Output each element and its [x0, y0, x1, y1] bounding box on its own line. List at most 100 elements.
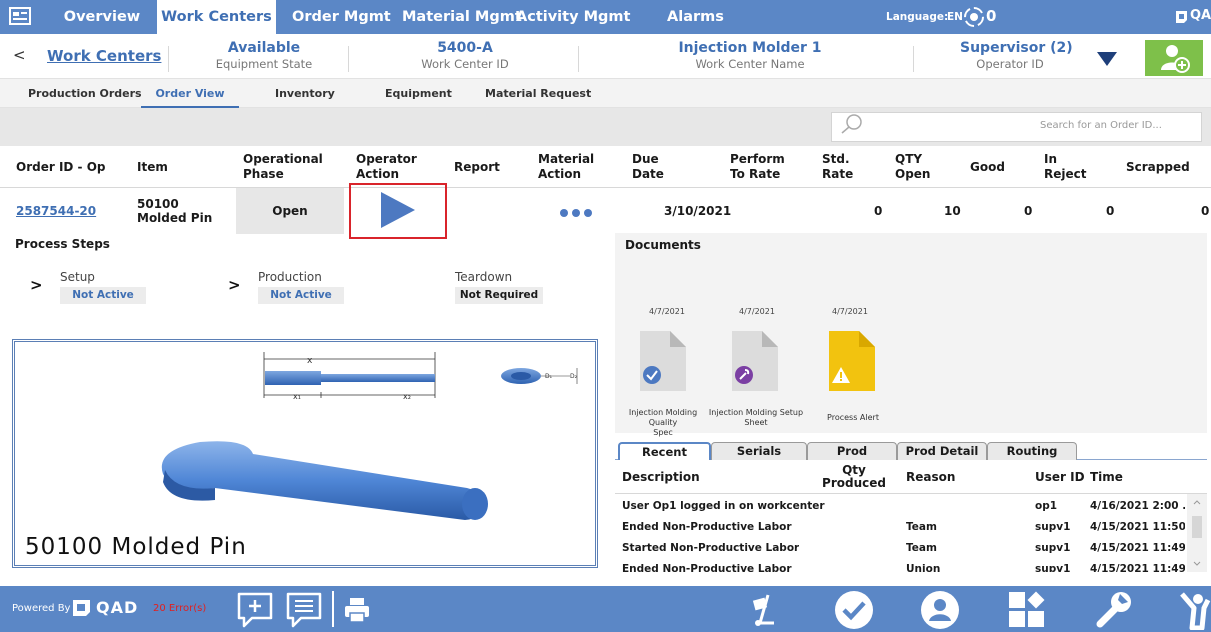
qad-logo-icon: [1176, 11, 1187, 23]
dim-x2-label: x₂: [403, 392, 411, 401]
work-center-name: Injection Molder 1 Work Center Name: [678, 40, 822, 71]
table-row: 2587544-20 50100 Molded Pin 3/10/2021 0 …: [0, 188, 1211, 234]
powered-by-label: Powered By: [12, 603, 71, 614]
col-scrapped[interactable]: Scrapped: [1126, 146, 1190, 188]
step-setup-status: Not Active: [60, 287, 146, 304]
col-user-id[interactable]: User ID: [1035, 460, 1085, 494]
doc-2-date: 4/7/2021: [739, 307, 775, 316]
qty-open-value: 10: [944, 204, 961, 218]
col-due-date[interactable]: Due Date: [632, 146, 672, 188]
dashboard-tiles-icon[interactable]: [1007, 590, 1047, 630]
step-setup-name: Setup: [60, 270, 95, 284]
search-strip: [0, 108, 1211, 146]
part-title-label: 50100 Molded Pin: [25, 534, 247, 560]
tab-activity-mgmt[interactable]: Activity Mgmt: [516, 0, 630, 34]
doc-2-caption[interactable]: Injection Molding Setup Sheet: [708, 408, 804, 428]
doc-3-caption[interactable]: Process Alert: [820, 413, 886, 423]
step-production-name: Production: [258, 270, 322, 284]
col-reason[interactable]: Reason: [906, 460, 955, 494]
tab-order-mgmt[interactable]: Order Mgmt: [292, 0, 391, 34]
step-production-status: Not Active: [258, 287, 344, 304]
order-subtabs: Production Orders Order View Inventory E…: [0, 78, 1211, 108]
complete-check-icon[interactable]: [834, 590, 874, 630]
tab-routing[interactable]: Routing: [987, 442, 1077, 460]
view-comments-icon[interactable]: [285, 591, 323, 629]
tab-prod-summary[interactable]: Prod Summary: [807, 442, 897, 474]
process-alert-file-icon[interactable]: [829, 331, 875, 391]
operator-id: Supervisor (2) Operator ID: [960, 40, 1073, 71]
add-comment-icon[interactable]: [236, 591, 274, 629]
col-material-action[interactable]: Material Action: [538, 146, 598, 188]
production-expand-icon[interactable]: >: [228, 276, 241, 294]
workcenter-menu-icon[interactable]: [9, 7, 31, 27]
error-count-link[interactable]: 20 Error(s): [153, 603, 206, 614]
good-value: 0: [1024, 204, 1033, 218]
list-item[interactable]: Ended Non-Productive Labor Team supv1 4/…: [615, 517, 1187, 538]
due-date-value: 3/10/2021: [664, 204, 732, 218]
tab-serials[interactable]: Serials: [711, 442, 807, 460]
start-operation-play-icon[interactable]: [381, 192, 415, 228]
order-id-link[interactable]: 2587544-20: [16, 188, 96, 234]
work-center-id: 5400-A Work Center ID: [421, 40, 509, 71]
toolbar-divider: [332, 591, 334, 627]
document-file-icon[interactable]: [732, 331, 778, 391]
operator-attention-icon[interactable]: [1180, 590, 1211, 630]
subtab-production-orders[interactable]: Production Orders: [28, 79, 142, 108]
qad-logo-icon: [73, 600, 90, 616]
maintenance-wrench-icon[interactable]: [1094, 590, 1134, 630]
col-good[interactable]: Good: [970, 146, 1005, 188]
col-report[interactable]: Report: [454, 146, 500, 188]
tab-material-mgmt[interactable]: Material Mgmt: [402, 0, 522, 34]
col-std-rate[interactable]: Std. Rate: [822, 146, 862, 188]
col-operator-action[interactable]: Operator Action: [356, 146, 426, 188]
col-qty-open[interactable]: QTY Open: [895, 146, 935, 188]
material-handling-icon[interactable]: [746, 593, 778, 627]
search-placeholder: Search for an Order ID...: [1040, 120, 1162, 131]
operator-profile-icon[interactable]: [920, 590, 960, 630]
tab-overview[interactable]: Overview: [47, 0, 157, 34]
documents-title: Documents: [625, 238, 701, 252]
add-operator-button[interactable]: [1145, 40, 1203, 76]
subtab-material-request[interactable]: Material Request: [485, 79, 591, 108]
item-cell: 50100 Molded Pin: [137, 188, 212, 234]
back-button[interactable]: <: [13, 46, 26, 64]
alarm-count: 0: [986, 7, 997, 25]
col-item[interactable]: Item: [137, 146, 168, 188]
col-qty-produced[interactable]: Qty Produced: [822, 460, 886, 494]
tab-work-centers[interactable]: Work Centers: [157, 0, 276, 34]
footer-brand-text: QAD: [96, 598, 139, 617]
col-time[interactable]: Time: [1090, 460, 1123, 494]
col-order-id[interactable]: Order ID - Op: [16, 146, 106, 188]
subtab-equipment[interactable]: Equipment: [385, 79, 452, 108]
tab-recent-activity[interactable]: Recent Activity: [618, 442, 711, 475]
dim-x-label: x: [307, 356, 313, 366]
list-item[interactable]: Started Non-Productive Labor Team supv1 …: [615, 538, 1187, 559]
tab-alarms[interactable]: Alarms: [667, 0, 724, 34]
top-nav-bar: Overview Work Centers Order Mgmt Materia…: [0, 0, 1211, 34]
material-action-more-icon[interactable]: [560, 206, 596, 220]
equipment-state: Available Equipment State: [215, 40, 313, 71]
list-item[interactable]: User Op1 logged in on workcenter op1 4/1…: [615, 496, 1187, 517]
work-centers-link[interactable]: Work Centers: [47, 47, 161, 65]
print-icon[interactable]: [344, 597, 370, 623]
tab-prod-detail[interactable]: Prod Detail: [897, 442, 987, 460]
alarm-status-icon[interactable]: [963, 5, 985, 29]
language-label: Language:: [886, 11, 949, 23]
col-perform-to-rate[interactable]: Perform To Rate: [730, 146, 790, 188]
item-description: Molded Pin: [137, 211, 213, 225]
activity-tabs: Recent Activity Serials Prod Summary Pro…: [615, 442, 1207, 475]
col-description[interactable]: Description: [622, 460, 700, 494]
language-selector[interactable]: EN: [947, 11, 963, 23]
subtab-inventory[interactable]: Inventory: [275, 79, 335, 108]
std-rate-value: 0: [874, 204, 883, 218]
col-in-reject[interactable]: In Reject: [1044, 146, 1094, 188]
subtab-order-view[interactable]: Order View: [141, 79, 239, 108]
document-file-icon[interactable]: [640, 331, 686, 391]
col-operational-phase[interactable]: Operational Phase: [243, 146, 333, 188]
activity-scrollbar[interactable]: [1187, 494, 1207, 572]
work-center-info-bar: < Work Centers Available Equipment State…: [0, 34, 1211, 78]
operator-dropdown-icon[interactable]: [1097, 52, 1117, 66]
setup-expand-icon[interactable]: >: [30, 276, 43, 294]
doc-1-caption[interactable]: Injection Molding Quality Spec: [614, 408, 712, 438]
list-item[interactable]: Ended Non-Productive Labor Union supv1 4…: [615, 559, 1187, 572]
